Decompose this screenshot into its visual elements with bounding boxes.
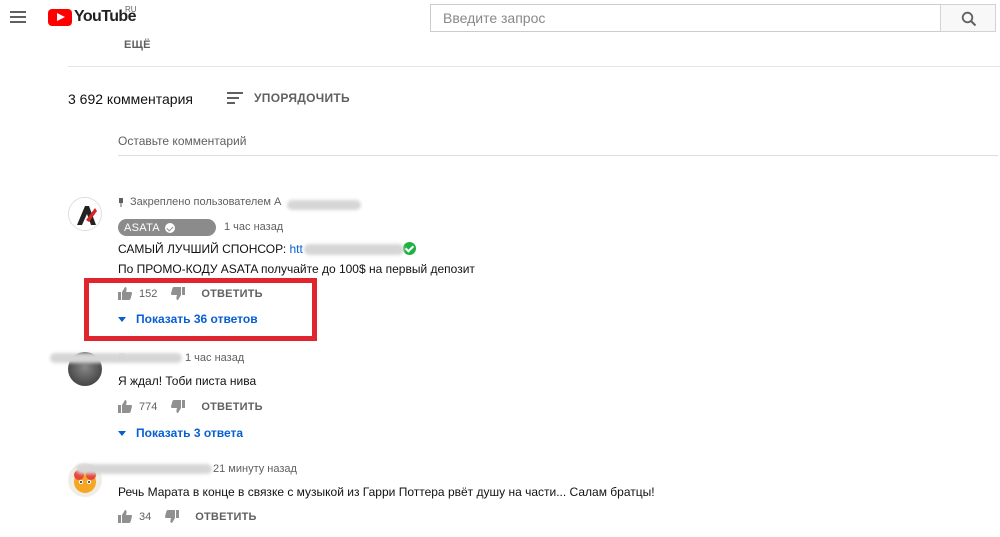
comment-text-line: По ПРОМО-КОДУ ASATA получайте до 100$ на…: [118, 262, 475, 276]
channel-logo-icon: [69, 198, 101, 230]
sort-icon: [227, 92, 243, 104]
dislike-icon[interactable]: [171, 400, 186, 413]
search-input[interactable]: [431, 5, 940, 31]
sort-label: УПОРЯДОЧИТЬ: [254, 91, 350, 105]
youtube-play-icon: [48, 8, 72, 26]
comment-text: Речь Марата в конце в связке с музыкой и…: [118, 485, 655, 499]
show-more-button[interactable]: ЕЩЁ: [124, 39, 151, 51]
redacted-blur: [50, 353, 182, 363]
section-divider: [68, 66, 1000, 67]
search-button[interactable]: [940, 4, 996, 32]
sponsor-link[interactable]: htt: [290, 242, 303, 256]
comment-text: Я ждал! Тоби писта нива: [118, 374, 257, 388]
hamburger-menu-icon[interactable]: [10, 11, 26, 23]
pin-icon: [119, 197, 123, 207]
comment-actions: 34 ОТВЕТИТЬ: [118, 510, 257, 523]
pinned-label: Закреплено пользователем A: [118, 196, 281, 208]
green-check-icon: [402, 242, 416, 255]
comment-time[interactable]: 1 час назад: [185, 352, 244, 364]
like-icon[interactable]: [118, 400, 132, 413]
comment-time[interactable]: 21 минуту назад: [213, 463, 297, 475]
highlight-annotation-box: [84, 278, 317, 341]
youtube-logo[interactable]: YouTube RU: [48, 5, 137, 27]
search-box: [430, 4, 940, 32]
reply-button[interactable]: ОТВЕТИТЬ: [201, 401, 262, 413]
comment-actions: 774 ОТВЕТИТЬ: [118, 400, 263, 413]
faded-description-text: [124, 0, 127, 14]
comment-text-prefix: САМЫЙ ЛУЧШИЙ СПОНСОР:: [118, 242, 290, 256]
add-comment-input[interactable]: Оставьте комментарий: [118, 134, 998, 156]
like-count: 34: [139, 510, 152, 523]
redacted-blur: [76, 464, 212, 474]
redacted-blur: [287, 200, 361, 210]
comment-author: ASATA: [124, 221, 160, 234]
verified-icon: [164, 222, 175, 233]
sort-button[interactable]: УПОРЯДОЧИТЬ: [227, 91, 350, 105]
dislike-icon[interactable]: [165, 510, 180, 523]
show-replies-label: Показать 3 ответа: [136, 426, 244, 440]
pinned-text: Закреплено пользователем A: [130, 196, 282, 208]
like-icon[interactable]: [118, 510, 132, 523]
comments-count: 3 692 комментария: [68, 91, 193, 107]
masthead: YouTube RU: [0, 0, 1000, 36]
like-count: 774: [139, 400, 158, 413]
chevron-down-icon: [118, 430, 126, 436]
redacted-blur: [304, 244, 404, 255]
reply-button[interactable]: ОТВЕТИТЬ: [195, 511, 256, 523]
show-replies-button[interactable]: Показать 3 ответа: [118, 426, 243, 440]
avatar[interactable]: [68, 197, 102, 231]
search-icon: [961, 11, 977, 27]
author-badge[interactable]: ASATA: [118, 219, 216, 236]
comment-time[interactable]: 1 час назад: [224, 221, 283, 233]
comment-author[interactable]: R: [118, 352, 126, 364]
